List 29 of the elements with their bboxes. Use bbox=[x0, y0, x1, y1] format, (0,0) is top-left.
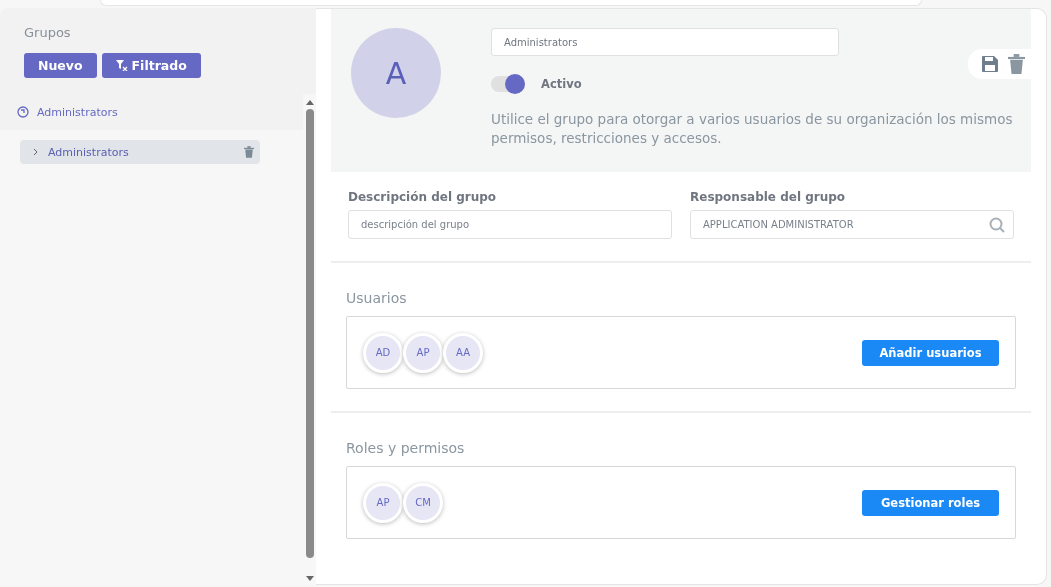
new-button[interactable]: Nuevo bbox=[24, 53, 97, 78]
action-button[interactable]: Gestionar roles bbox=[862, 489, 999, 516]
action-button[interactable]: Añadir usuarios bbox=[862, 339, 999, 366]
scroll-down-icon[interactable] bbox=[305, 576, 314, 581]
panel-title: Grupos bbox=[24, 25, 72, 40]
field-label: Responsable del grupo bbox=[690, 190, 847, 204]
save-icon[interactable] bbox=[982, 56, 998, 72]
group-hint-text: Utilice el grupo para otorgar a varios usuarios de su organización los mismos permisos, restricciones y accesos. bbox=[491, 110, 1014, 148]
tree-item[interactable]: Administrators bbox=[20, 140, 260, 164]
description-field[interactable]: descripción del grupo bbox=[348, 210, 672, 239]
toggle-knob[interactable] bbox=[505, 74, 525, 94]
section-title: Roles y permisos bbox=[346, 440, 466, 456]
filter-button[interactable]: Filtrado bbox=[101, 53, 201, 78]
tree-root[interactable]: Administrators bbox=[37, 105, 118, 119]
section-title: Usuarios bbox=[346, 290, 408, 306]
scrollbar-thumb[interactable] bbox=[305, 109, 314, 558]
chevron-icon[interactable] bbox=[32, 148, 40, 156]
field-label: Descripción del grupo bbox=[348, 190, 498, 204]
group-avatar: A bbox=[351, 28, 441, 118]
group-icon bbox=[17, 106, 29, 118]
owner-field[interactable]: APPLICATION ADMINISTRATOR bbox=[690, 210, 1014, 239]
trash-icon[interactable] bbox=[1008, 54, 1025, 74]
toggle-label: Activo bbox=[541, 77, 582, 91]
trash-icon[interactable] bbox=[244, 146, 254, 158]
filter-clear-icon bbox=[115, 60, 128, 71]
tree-item-label: Administrators bbox=[48, 145, 130, 159]
active-toggle[interactable] bbox=[491, 76, 525, 92]
group-name-field[interactable]: Administrators bbox=[491, 28, 839, 56]
scroll-up-icon[interactable] bbox=[305, 100, 314, 105]
